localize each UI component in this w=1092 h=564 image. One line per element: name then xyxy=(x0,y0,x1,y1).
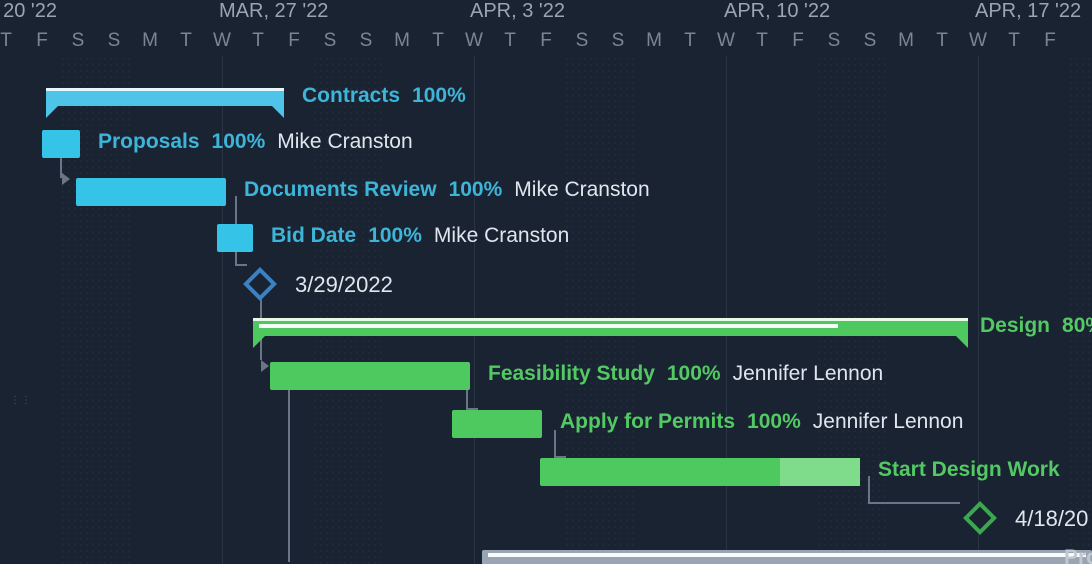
day-cell: S xyxy=(60,30,96,52)
milestone-diamond[interactable] xyxy=(963,501,997,535)
day-cell: M xyxy=(636,30,672,52)
task-bar-proposals[interactable] xyxy=(42,130,80,158)
drag-handle-icon[interactable]: ⋮⋮ xyxy=(10,395,18,419)
summary-label: Pro xyxy=(1064,546,1092,564)
milestone-label: 4/18/20 xyxy=(1015,506,1088,532)
task-remaining-fill xyxy=(780,458,860,486)
task-assignee: Mike Cranston xyxy=(514,178,649,202)
day-cell: S xyxy=(564,30,600,52)
week-label: MAR, 27 '22 xyxy=(219,0,328,23)
day-cell: T xyxy=(240,30,276,52)
day-cell: T xyxy=(672,30,708,52)
gantt-chart[interactable]: , 20 '22 MAR, 27 '22 APR, 3 '22 APR, 10 … xyxy=(0,0,1092,564)
task-name: Feasibility Study xyxy=(488,362,655,386)
day-cell: F xyxy=(528,30,564,52)
summary-name: Design xyxy=(980,314,1050,338)
summary-progress-line xyxy=(488,553,1086,557)
day-cell: M xyxy=(132,30,168,52)
milestone-diamond[interactable] xyxy=(243,267,277,301)
day-cell: T xyxy=(420,30,456,52)
day-cell: T xyxy=(996,30,1032,52)
task-assignee: Jennifer Lennon xyxy=(813,410,964,434)
week-label: , 20 '22 xyxy=(0,0,57,23)
day-cell: S xyxy=(852,30,888,52)
day-cell: M xyxy=(384,30,420,52)
task-bar-start-design-work[interactable] xyxy=(540,458,860,486)
day-cell: T xyxy=(492,30,528,52)
day-cell: S xyxy=(816,30,852,52)
summary-bar-design[interactable] xyxy=(253,318,968,336)
day-cell: F xyxy=(780,30,816,52)
summary-name: Pro xyxy=(1064,546,1092,564)
day-cell: W xyxy=(708,30,744,52)
day-cell: W xyxy=(960,30,996,52)
task-name: Documents Review xyxy=(244,178,437,202)
day-cell: T xyxy=(168,30,204,52)
summary-label: Contracts 100% xyxy=(302,84,466,108)
task-row: Bid Date 100% Mike Cranston xyxy=(0,214,1092,262)
milestone-row: 4/18/20 xyxy=(0,494,1092,542)
task-percent: 100% xyxy=(449,178,503,202)
task-bar-feasibility-study[interactable] xyxy=(270,362,470,390)
task-label: Proposals 100% Mike Cranston xyxy=(98,130,413,154)
task-row: Proposals 100% Mike Cranston xyxy=(0,120,1092,168)
task-label: Bid Date 100% Mike Cranston xyxy=(271,224,569,248)
task-row: Documents Review 100% Mike Cranston xyxy=(0,168,1092,216)
week-label: APR, 10 '22 xyxy=(724,0,830,23)
day-cell: W xyxy=(204,30,240,52)
day-cell: S xyxy=(348,30,384,52)
summary-progress-line xyxy=(259,324,838,328)
task-label: Apply for Permits 100% Jennifer Lennon xyxy=(560,410,963,434)
task-row: Start Design Work xyxy=(0,448,1092,496)
day-cell: M xyxy=(888,30,924,52)
task-bar-documents-review[interactable] xyxy=(76,178,226,206)
task-row: Feasibility Study 100% Jennifer Lennon xyxy=(0,352,1092,400)
summary-label: Design 80% xyxy=(980,314,1092,338)
day-cell: T xyxy=(924,30,960,52)
summary-name: Contracts xyxy=(302,84,400,108)
task-percent: 100% xyxy=(212,130,266,154)
task-name: Start Design Work xyxy=(878,458,1060,482)
milestone-label: 3/29/2022 xyxy=(295,272,393,298)
task-bar-apply-for-permits[interactable] xyxy=(452,410,542,438)
day-cell: F xyxy=(276,30,312,52)
milestone-row: 3/29/2022 xyxy=(0,260,1092,308)
task-row: Pro xyxy=(0,540,1092,564)
gantt-bars-area: Contracts 100% Proposals 100% Mike Crans… xyxy=(0,56,1092,564)
summary-percent: 80% xyxy=(1062,314,1092,338)
day-cell: T xyxy=(0,30,24,52)
day-cell: W xyxy=(456,30,492,52)
summary-bar-grey[interactable] xyxy=(482,550,1092,564)
week-label: APR, 3 '22 xyxy=(470,0,565,23)
task-label: Documents Review 100% Mike Cranston xyxy=(244,178,650,202)
task-name: Proposals xyxy=(98,130,200,154)
task-assignee: Mike Cranston xyxy=(434,224,569,248)
task-percent: 100% xyxy=(667,362,721,386)
task-percent: 100% xyxy=(368,224,422,248)
summary-bar-contracts[interactable] xyxy=(46,88,284,106)
task-bar-bid-date[interactable] xyxy=(217,224,253,252)
day-cell: S xyxy=(312,30,348,52)
task-assignee: Jennifer Lennon xyxy=(733,362,884,386)
week-label: APR, 17 '22 xyxy=(975,0,1081,23)
summary-percent: 100% xyxy=(412,84,466,108)
task-row: Apply for Permits 100% Jennifer Lennon xyxy=(0,400,1092,448)
task-label: Feasibility Study 100% Jennifer Lennon xyxy=(488,362,883,386)
task-percent: 100% xyxy=(747,410,801,434)
day-cell: T xyxy=(744,30,780,52)
day-cell: S xyxy=(96,30,132,52)
task-assignee: Mike Cranston xyxy=(277,130,412,154)
day-cell: S xyxy=(600,30,636,52)
task-label: Start Design Work xyxy=(878,458,1060,482)
task-name: Apply for Permits xyxy=(560,410,735,434)
day-cell: F xyxy=(1032,30,1068,52)
day-of-week-row: WTFSSMTWTFSSMTWTFSSMTWTFSSMTWTF xyxy=(0,30,1092,56)
task-name: Bid Date xyxy=(271,224,356,248)
day-cell: F xyxy=(24,30,60,52)
timeline-header: , 20 '22 MAR, 27 '22 APR, 3 '22 APR, 10 … xyxy=(0,0,1092,56)
